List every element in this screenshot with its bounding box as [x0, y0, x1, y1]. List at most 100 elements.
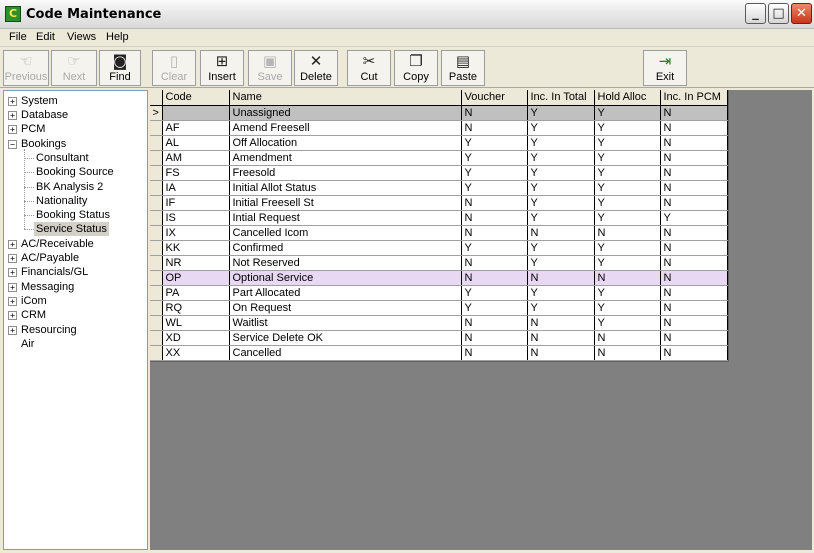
cell-hold-alloc[interactable]: Y: [594, 255, 661, 271]
cell-inc-in-pcm[interactable]: N: [660, 120, 728, 136]
row-selector[interactable]: [150, 210, 163, 226]
cell-voucher[interactable]: N: [461, 225, 528, 241]
cell-name[interactable]: Optional Service: [229, 270, 462, 286]
cell-inc-in-total[interactable]: Y: [527, 195, 595, 211]
cell-voucher[interactable]: Y: [461, 240, 528, 256]
cell-voucher[interactable]: Y: [461, 180, 528, 196]
cell-inc-in-pcm[interactable]: N: [660, 150, 728, 166]
row-selector[interactable]: [150, 345, 163, 361]
table-row[interactable]: IX Cancelled Icom N N N N: [150, 225, 728, 241]
title-bar[interactable]: C Code Maintenance _ □ ✕: [0, 0, 814, 29]
expand-plus-icon[interactable]: +: [8, 97, 17, 106]
row-selector[interactable]: [150, 195, 163, 211]
row-selector[interactable]: [150, 120, 163, 136]
cell-inc-in-pcm[interactable]: N: [660, 165, 728, 181]
cell-name[interactable]: Unassigned: [229, 105, 462, 121]
table-row[interactable]: AF Amend Freesell N Y Y N: [150, 120, 728, 136]
table-row[interactable]: PA Part Allocated Y Y Y N: [150, 285, 728, 301]
menu-views[interactable]: Views: [67, 31, 96, 43]
previous-button[interactable]: ☜ Previous: [3, 50, 49, 86]
expand-plus-icon[interactable]: +: [8, 326, 17, 335]
cell-inc-in-pcm[interactable]: N: [660, 135, 728, 151]
cell-voucher[interactable]: N: [461, 210, 528, 226]
cell-inc-in-pcm[interactable]: N: [660, 105, 728, 121]
expand-plus-icon[interactable]: +: [8, 311, 17, 320]
copy-button[interactable]: ❐ Copy: [394, 50, 438, 86]
row-selector[interactable]: [150, 225, 163, 241]
cell-voucher[interactable]: N: [461, 195, 528, 211]
cell-inc-in-pcm[interactable]: Y: [660, 210, 728, 226]
table-row[interactable]: > Unassigned N Y Y N: [150, 105, 728, 121]
column-header-code[interactable]: Code: [162, 90, 230, 106]
cell-code[interactable]: AM: [162, 150, 230, 166]
cell-voucher[interactable]: Y: [461, 135, 528, 151]
cell-name[interactable]: Intial Request: [229, 210, 462, 226]
cell-name[interactable]: On Request: [229, 300, 462, 316]
table-row[interactable]: IS Intial Request N Y Y Y: [150, 210, 728, 226]
column-header-hold-alloc[interactable]: Hold Alloc: [594, 90, 661, 106]
column-header-inc-in-pcm[interactable]: Inc. In PCM: [660, 90, 728, 106]
cell-name[interactable]: Amend Freesell: [229, 120, 462, 136]
next-button[interactable]: ☞ Next: [51, 50, 97, 86]
cell-name[interactable]: Cancelled Icom: [229, 225, 462, 241]
cell-name[interactable]: Initial Allot Status: [229, 180, 462, 196]
cell-voucher[interactable]: N: [461, 105, 528, 121]
cell-hold-alloc[interactable]: Y: [594, 195, 661, 211]
cell-hold-alloc[interactable]: Y: [594, 300, 661, 316]
cell-name[interactable]: Amendment: [229, 150, 462, 166]
cell-hold-alloc[interactable]: Y: [594, 180, 661, 196]
cell-code[interactable]: WL: [162, 315, 230, 331]
table-row[interactable]: IA Initial Allot Status Y Y Y N: [150, 180, 728, 196]
cell-hold-alloc[interactable]: Y: [594, 135, 661, 151]
cell-name[interactable]: Off Allocation: [229, 135, 462, 151]
cell-code[interactable]: [162, 105, 230, 121]
cell-code[interactable]: XD: [162, 330, 230, 346]
cell-name[interactable]: Waitlist: [229, 315, 462, 331]
cell-inc-in-pcm[interactable]: N: [660, 315, 728, 331]
cell-name[interactable]: Not Reserved: [229, 255, 462, 271]
cell-inc-in-pcm[interactable]: N: [660, 255, 728, 271]
cell-voucher[interactable]: N: [461, 345, 528, 361]
cell-inc-in-total[interactable]: Y: [527, 150, 595, 166]
cell-hold-alloc[interactable]: Y: [594, 315, 661, 331]
cell-voucher[interactable]: Y: [461, 150, 528, 166]
cell-name[interactable]: Freesold: [229, 165, 462, 181]
cell-name[interactable]: Part Allocated: [229, 285, 462, 301]
cell-hold-alloc[interactable]: Y: [594, 120, 661, 136]
cell-inc-in-total[interactable]: Y: [527, 120, 595, 136]
expand-plus-icon[interactable]: +: [8, 240, 17, 249]
menu-file[interactable]: File: [9, 31, 27, 43]
row-selector[interactable]: [150, 240, 163, 256]
cell-hold-alloc[interactable]: Y: [594, 150, 661, 166]
cell-hold-alloc[interactable]: Y: [594, 210, 661, 226]
row-selector[interactable]: [150, 165, 163, 181]
cell-inc-in-total[interactable]: Y: [527, 165, 595, 181]
cell-inc-in-total[interactable]: Y: [527, 240, 595, 256]
cell-inc-in-pcm[interactable]: N: [660, 285, 728, 301]
cell-name[interactable]: Confirmed: [229, 240, 462, 256]
row-selector[interactable]: >: [150, 105, 163, 121]
cell-voucher[interactable]: Y: [461, 165, 528, 181]
cell-voucher[interactable]: N: [461, 120, 528, 136]
row-selector[interactable]: [150, 180, 163, 196]
cell-inc-in-total[interactable]: Y: [527, 180, 595, 196]
cell-inc-in-total[interactable]: N: [527, 225, 595, 241]
cell-code[interactable]: PA: [162, 285, 230, 301]
table-row[interactable]: AM Amendment Y Y Y N: [150, 150, 728, 166]
cell-inc-in-total[interactable]: Y: [527, 105, 595, 121]
cell-code[interactable]: IS: [162, 210, 230, 226]
cell-voucher[interactable]: N: [461, 270, 528, 286]
maximize-button[interactable]: □: [768, 3, 789, 24]
column-header-inc-in-total[interactable]: Inc. In Total: [527, 90, 595, 106]
cell-code[interactable]: RQ: [162, 300, 230, 316]
cell-code[interactable]: AL: [162, 135, 230, 151]
row-selector[interactable]: [150, 315, 163, 331]
row-selector[interactable]: [150, 135, 163, 151]
cell-voucher[interactable]: Y: [461, 285, 528, 301]
table-row[interactable]: WL Waitlist N N Y N: [150, 315, 728, 331]
cell-inc-in-pcm[interactable]: N: [660, 330, 728, 346]
cell-inc-in-total[interactable]: N: [527, 270, 595, 286]
cell-hold-alloc[interactable]: N: [594, 270, 661, 286]
cut-button[interactable]: ✂ Cut: [347, 50, 391, 86]
column-header-voucher[interactable]: Voucher: [461, 90, 528, 106]
